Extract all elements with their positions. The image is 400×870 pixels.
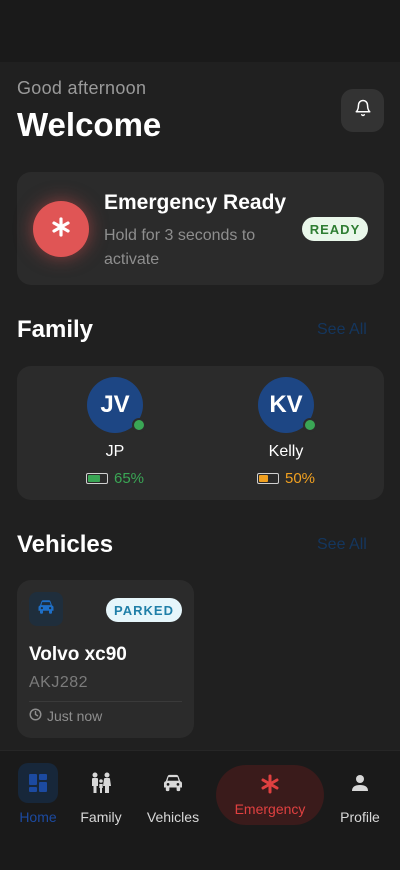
member-name: JP <box>105 443 125 460</box>
family-section-title: Family <box>17 316 94 343</box>
person-icon <box>340 763 380 803</box>
page-title: Welcome <box>17 106 162 143</box>
battery-percent: 50% <box>284 470 316 487</box>
vehicle-icon-box <box>29 592 63 626</box>
tab-family-label: Family <box>80 809 122 825</box>
vehicle-status-badge: PARKED <box>106 598 182 622</box>
tab-emergency-label: Emergency <box>234 800 306 817</box>
clock-icon <box>29 708 42 724</box>
tab-emergency[interactable]: Emergency <box>216 765 324 825</box>
bottom-tab-bar: Home Family Vehicles Emergency Profile <box>0 750 400 870</box>
ready-badge: READY <box>302 217 368 241</box>
vehicle-updated-text: Just now <box>47 708 103 724</box>
family-card: JV JP 65% KV Kelly 50% <box>17 366 384 500</box>
online-status-dot <box>303 418 317 432</box>
emergency-subtitle: Hold for 3 seconds to activate <box>104 227 256 268</box>
vehicles-section-title: Vehicles <box>17 531 114 558</box>
tab-vehicles[interactable]: Vehicles <box>133 763 213 833</box>
vehicle-name: Volvo xc90 <box>29 644 127 665</box>
tab-profile-label: Profile <box>340 809 380 825</box>
bell-icon <box>354 99 372 122</box>
family-see-all-link[interactable]: See All <box>317 321 367 339</box>
battery-icon <box>256 473 279 484</box>
emergency-sos-button[interactable] <box>33 201 89 257</box>
battery-status: 65% <box>55 470 175 487</box>
battery-status: 50% <box>226 470 346 487</box>
emergency-title: Emergency Ready <box>104 191 287 214</box>
member-name: Kelly <box>268 443 304 460</box>
online-status-dot <box>132 418 146 432</box>
battery-icon <box>85 473 108 484</box>
family-member-jp[interactable]: JV JP 65% <box>55 377 175 497</box>
asterisk-icon <box>260 774 280 799</box>
status-bar <box>0 0 400 62</box>
car-icon <box>37 599 55 620</box>
battery-percent: 65% <box>113 470 145 487</box>
greeting-text: Good afternoon <box>17 78 147 98</box>
tab-vehicles-label: Vehicles <box>146 809 200 825</box>
tab-home-label: Home <box>19 809 57 825</box>
emergency-card[interactable]: Emergency Ready Hold for 3 seconds to ac… <box>17 172 384 285</box>
divider <box>29 701 182 702</box>
notifications-button[interactable] <box>341 89 384 132</box>
family-icon <box>81 763 121 803</box>
car-icon <box>153 763 193 803</box>
vehicles-see-all-link[interactable]: See All <box>317 536 367 554</box>
vehicle-card[interactable]: PARKED Volvo xc90 AKJ282 Just now <box>17 580 194 738</box>
tab-family[interactable]: Family <box>61 763 141 833</box>
asterisk-icon <box>51 216 71 242</box>
home-grid-icon <box>18 763 58 803</box>
family-member-kelly[interactable]: KV Kelly 50% <box>226 377 346 497</box>
vehicle-plate: AKJ282 <box>29 674 89 691</box>
vehicle-updated: Just now <box>29 708 102 724</box>
tab-profile[interactable]: Profile <box>320 763 400 833</box>
